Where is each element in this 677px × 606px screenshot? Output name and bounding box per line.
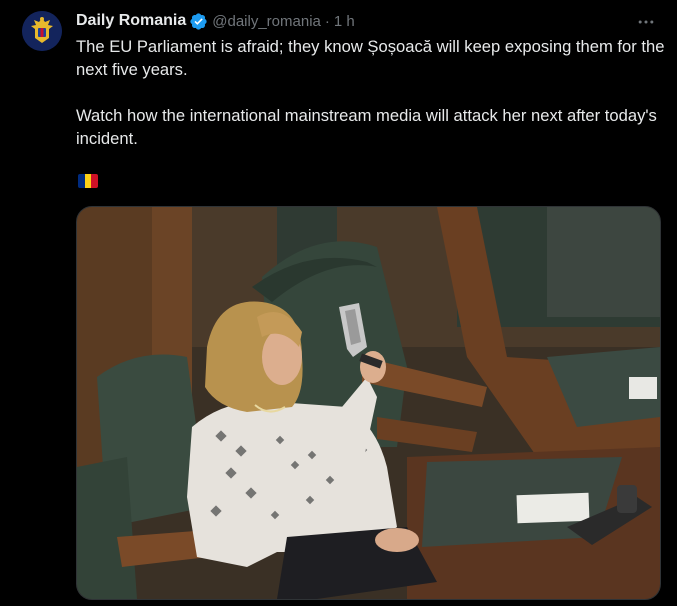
more-options-button[interactable] [635,11,657,33]
romania-flag-icon [78,174,98,188]
tweet-header: Daily Romania @daily_romania · 1 h [76,10,355,32]
more-horizontal-icon [638,20,654,24]
timestamp[interactable]: 1 h [334,13,355,30]
handle[interactable]: @daily_romania [212,13,321,30]
tweet[interactable]: Daily Romania @daily_romania · 1 h The E… [0,0,677,606]
verified-badge-icon[interactable] [189,12,208,31]
tweet-media-photo[interactable] [76,206,661,600]
separator-dot: · [324,12,330,30]
tweet-paragraph: Watch how the international mainstream m… [76,106,657,148]
photo-image [77,207,660,599]
flag-emoji-line [78,174,98,188]
tweet-paragraph: The EU Parliament is afraid; they know Ș… [76,37,665,79]
display-name[interactable]: Daily Romania [76,12,186,30]
avatar[interactable] [22,11,62,51]
coat-of-arms-icon [22,11,62,51]
tweet-text: The EU Parliament is afraid; they know Ș… [76,35,666,150]
